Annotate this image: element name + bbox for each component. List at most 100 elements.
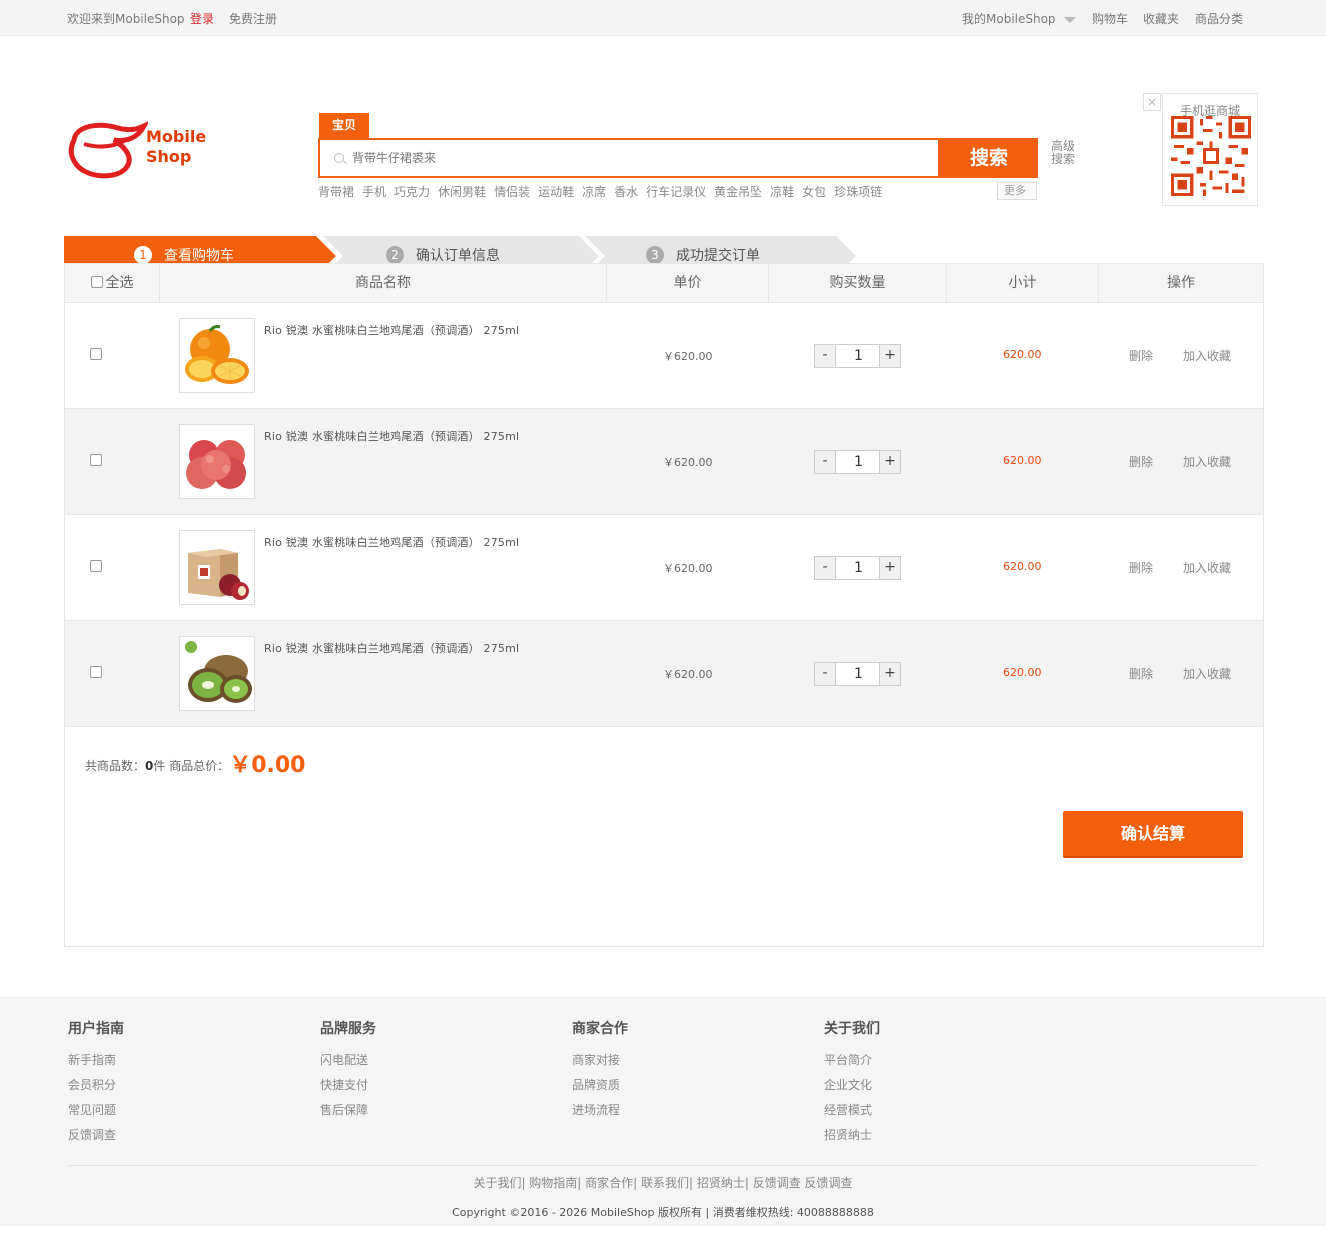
item-price: ￥620.00 [663,668,713,681]
qty-minus-button[interactable]: - [815,663,836,685]
logo-mark-icon [68,120,150,179]
footer-column-merchant: 商家合作 商家对接 品牌资质 进场流程 [572,1018,628,1126]
qty-minus-button[interactable]: - [815,557,836,579]
add-favorite-link[interactable]: 加入收藏 [1183,559,1231,576]
table-row: Rio 锐澳 水蜜桃味白兰地鸡尾酒（预调酒） 275ml ￥620.00 - 1… [65,409,1263,515]
footer-bottom-links[interactable]: 关于我们| 购物指南| 商家合作| 联系我们| 招贤纳士| 反馈调查 反馈调查 [0,1174,1326,1191]
item-name[interactable]: Rio 锐澳 水蜜桃味白兰地鸡尾酒（预调酒） 275ml [264,428,519,444]
hot-keyword[interactable]: 休闲男鞋 [438,185,486,199]
search-tab-baobei[interactable]: 宝贝 [319,113,369,139]
item-price: ￥620.00 [663,350,713,363]
orange-image[interactable] [179,318,255,393]
delete-link[interactable]: 删除 [1129,347,1153,364]
delete-link[interactable]: 删除 [1129,665,1153,682]
footer-link[interactable]: 售后保障 [320,1101,376,1126]
qty-input[interactable]: 1 [837,345,880,367]
hot-keyword[interactable]: 珍珠项链 [834,185,882,199]
hot-keyword[interactable]: 凉鞋 [770,185,794,199]
item-name[interactable]: Rio 锐澳 水蜜桃味白兰地鸡尾酒（预调酒） 275ml [264,534,519,550]
cart-table: 全选 商品名称 单价 购买数量 小计 操作 Rio 锐澳 水蜜桃味白兰地鸡尾酒（… [64,263,1264,947]
hot-keyword[interactable]: 行车记录仪 [646,185,706,199]
hot-keyword[interactable]: 巧克力 [394,185,430,199]
apple-image[interactable] [179,424,255,499]
hot-keyword[interactable]: 情侣装 [494,185,530,199]
add-favorite-link[interactable]: 加入收藏 [1183,453,1231,470]
hot-keyword[interactable]: 运动鞋 [538,185,574,199]
login-link[interactable]: 登录 [190,10,214,27]
footer-link[interactable]: 新手指南 [68,1051,124,1076]
search-icon [334,153,344,163]
quantity-stepper: - 1 + [814,662,901,686]
footer-link[interactable]: 品牌资质 [572,1076,628,1101]
qty-minus-button[interactable]: - [815,345,836,367]
advanced-search-link[interactable]: 高级搜索 [1051,140,1079,166]
footer-link[interactable]: 反馈调查 [68,1126,124,1151]
header: Mobile Shop 宝贝 搜索 高级搜索 背带裙手机巧克力休闲男鞋情侣装运动… [0,36,1326,276]
quantity-stepper: - 1 + [814,344,901,368]
qty-plus-button[interactable]: + [879,557,900,579]
footer-link[interactable]: 会员积分 [68,1076,124,1101]
my-shop-menu[interactable]: 我的MobileShop [962,10,1076,27]
search-button[interactable]: 搜索 [940,138,1038,178]
qty-input[interactable]: 1 [837,663,880,685]
qty-plus-button[interactable]: + [879,451,900,473]
footer-link[interactable]: 进场流程 [572,1101,628,1126]
item-subtotal: 620.00 [1003,560,1042,573]
hot-keyword[interactable]: 手机 [362,185,386,199]
footer-link[interactable]: 企业文化 [824,1076,880,1101]
delete-link[interactable]: 删除 [1129,559,1153,576]
footer-link[interactable]: 商家对接 [572,1051,628,1076]
hot-keywords: 背带裙 手机 巧克力 休闲男鞋 情侣装 运动鞋 凉席 香水 行车记录仪 黄金吊坠 凉鞋 女包 珍珠项链 [318,183,890,200]
hot-keyword[interactable]: 凉席 [582,185,606,199]
hot-keyword[interactable]: 香水 [614,185,638,199]
favorites-link[interactable]: 收藏夹 [1143,10,1179,27]
footer-link[interactable]: 招贤纳士 [824,1126,880,1151]
step-number: 3 [646,246,664,264]
item-checkbox[interactable] [90,454,102,466]
item-checkbox[interactable] [90,666,102,678]
add-favorite-link[interactable]: 加入收藏 [1183,347,1231,364]
hot-keyword[interactable]: 女包 [802,185,826,199]
search-input[interactable] [352,146,912,170]
item-checkbox[interactable] [90,348,102,360]
header-name: 商品名称 [160,264,607,302]
header-price: 单价 [607,264,769,302]
item-checkbox[interactable] [90,560,102,572]
add-favorite-link[interactable]: 加入收藏 [1183,665,1231,682]
qr-close-icon[interactable]: × [1143,93,1161,111]
hot-keyword[interactable]: 背带裙 [318,185,354,199]
footer-link[interactable]: 快捷支付 [320,1076,376,1101]
header-subtotal: 小计 [947,264,1099,302]
footer-column-title: 用户指南 [68,1021,124,1037]
checkout-button[interactable]: 确认结算 [1063,811,1243,856]
qty-plus-button[interactable]: + [879,345,900,367]
footer-link[interactable]: 常见问题 [68,1101,124,1126]
categories-link[interactable]: 商品分类 [1195,10,1243,27]
apple-gift-box-image[interactable] [179,530,255,605]
footer-link[interactable]: 闪电配送 [320,1051,376,1076]
search-box [318,138,940,178]
footer-link[interactable]: 平台简介 [824,1051,880,1076]
item-name[interactable]: Rio 锐澳 水蜜桃味白兰地鸡尾酒（预调酒） 275ml [264,322,519,338]
item-subtotal: 620.00 [1003,348,1042,361]
footer-link[interactable]: 经营模式 [824,1101,880,1126]
table-row: Rio 锐澳 水蜜桃味白兰地鸡尾酒（预调酒） 275ml ￥620.00 - 1… [65,621,1263,727]
more-keywords-button[interactable]: 更多 [997,182,1037,200]
qty-input[interactable]: 1 [837,557,880,579]
item-price: ￥620.00 [663,456,713,469]
cart-link[interactable]: 购物车 [1092,10,1128,27]
qty-plus-button[interactable]: + [879,663,900,685]
kiwi-image[interactable] [179,636,255,711]
item-name[interactable]: Rio 锐澳 水蜜桃味白兰地鸡尾酒（预调酒） 275ml [264,640,519,656]
qty-minus-button[interactable]: - [815,451,836,473]
hot-keyword[interactable]: 黄金吊坠 [714,185,762,199]
logo-text: Mobile Shop [146,127,206,167]
header-action: 操作 [1167,275,1195,291]
register-link[interactable]: 免费注册 [229,10,277,27]
site-logo[interactable]: Mobile Shop [68,118,218,180]
delete-link[interactable]: 删除 [1129,453,1153,470]
header-select-all[interactable]: 全选 [65,264,160,302]
footer-column-guide: 用户指南 新手指南 会员积分 常见问题 反馈调查 [68,1018,124,1151]
select-all-checkbox[interactable] [90,276,103,288]
qty-input[interactable]: 1 [837,451,880,473]
